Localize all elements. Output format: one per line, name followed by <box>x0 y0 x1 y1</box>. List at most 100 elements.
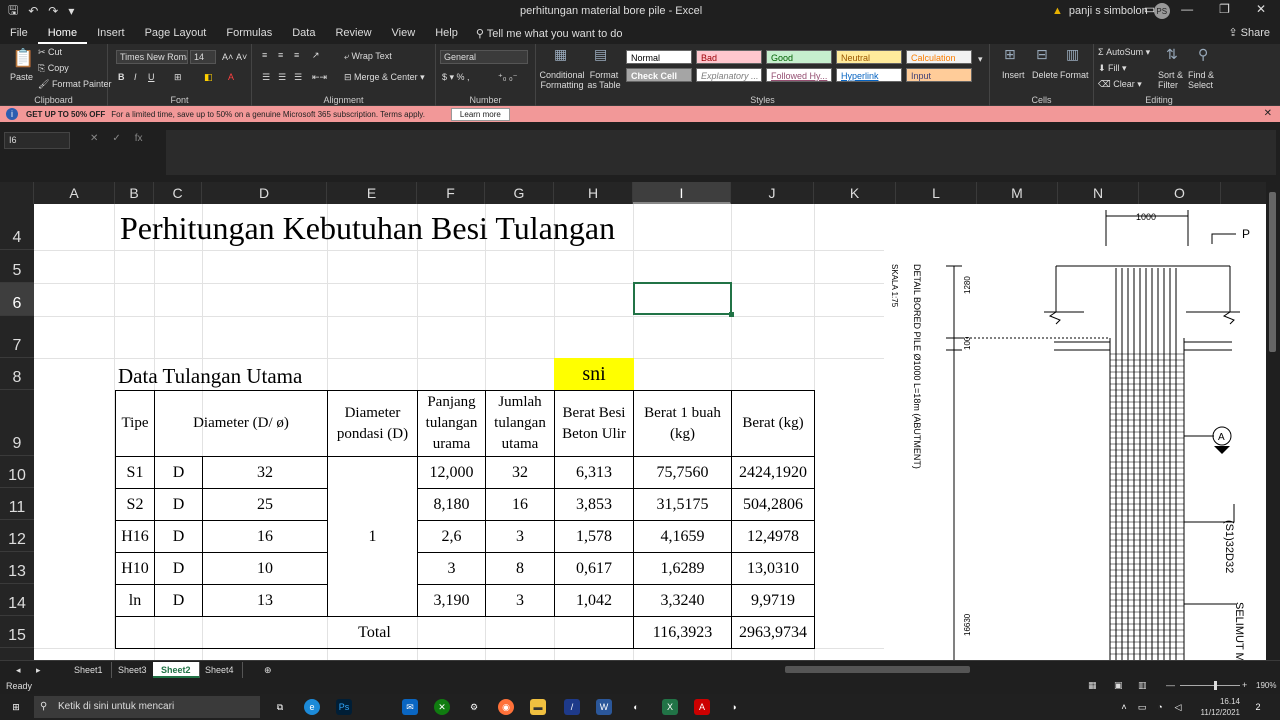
vertical-scroll-thumb[interactable] <box>1269 192 1276 352</box>
cell-d[interactable]: D <box>154 456 203 489</box>
column-header[interactable]: C <box>154 182 202 204</box>
scroll-left-icon[interactable]: ◂ <box>8 662 29 678</box>
clear-button[interactable]: ⌫ Clear ▾ <box>1098 79 1142 90</box>
xbox-icon[interactable]: ✕ <box>434 699 450 715</box>
cell-berat-besi[interactable]: 3,853 <box>554 488 634 521</box>
column-header[interactable]: M <box>977 182 1058 204</box>
format-as-table-button[interactable]: Format as Table <box>584 70 624 90</box>
tray-chevron-icon[interactable]: ˄ <box>1116 699 1132 715</box>
restore-icon[interactable]: ❐ <box>1219 2 1230 16</box>
italic-button[interactable]: I <box>134 72 137 82</box>
style-input[interactable]: Input <box>906 68 972 82</box>
horizontal-scrollbar[interactable] <box>785 666 970 673</box>
column-header[interactable]: N <box>1058 182 1139 204</box>
style-neutral[interactable]: Neutral <box>836 50 902 64</box>
cell-berat1[interactable]: 3,3240 <box>633 584 732 617</box>
delete-cells-icon[interactable]: ⊟ <box>1036 46 1048 63</box>
page-layout-view-icon[interactable]: ▣ <box>1114 680 1123 691</box>
column-header[interactable]: D <box>202 182 327 204</box>
wifi-icon[interactable]: ◔ <box>1152 699 1168 715</box>
bored-pile-drawing[interactable]: 1000 P A DETAIL BORED PILE Ø1000 L=18m (… <box>884 204 1266 660</box>
grow-font-icon[interactable]: A˄ <box>222 52 233 62</box>
align-left-icon[interactable]: ☰ <box>262 72 270 83</box>
row-header[interactable]: 14 <box>0 584 34 616</box>
font-color-icon[interactable]: A <box>228 72 234 82</box>
photoshop-icon[interactable]: Ps <box>336 699 352 715</box>
row-header[interactable]: 9 <box>0 390 34 456</box>
cell-tipe[interactable]: S2 <box>115 488 155 521</box>
column-header[interactable]: A <box>34 182 115 204</box>
row-header-selected[interactable]: 6 <box>0 283 34 316</box>
decimal-icon[interactable]: ⁺₀ ₀⁻ <box>498 72 517 83</box>
cell-berat[interactable]: 12,4978 <box>731 520 815 553</box>
minimize-icon[interactable]: — <box>1181 2 1193 16</box>
conditional-formatting-icon[interactable]: ▦ <box>554 46 567 63</box>
cell-berat[interactable]: 2424,1920 <box>731 456 815 489</box>
insert-cells-icon[interactable]: ⊞ <box>1004 46 1016 63</box>
cell-panjang[interactable]: 12,000 <box>417 456 486 489</box>
row-header[interactable]: 5 <box>0 250 34 283</box>
style-bad[interactable]: Bad <box>696 50 762 64</box>
cell-berat1[interactable]: 1,6289 <box>633 552 732 585</box>
align-bottom-icon[interactable]: ≡ <box>294 50 299 60</box>
fill-button[interactable]: ⬇ Fill ▾ <box>1098 63 1127 74</box>
normal-view-icon[interactable]: ▦ <box>1088 680 1097 691</box>
cell-d[interactable]: D <box>154 552 203 585</box>
cell-berat-besi[interactable]: 1,042 <box>554 584 634 617</box>
indent-icon[interactable]: ⇤⇥ <box>312 72 327 83</box>
cell-dia[interactable]: 25 <box>202 488 328 521</box>
style-followed-hyperlink[interactable]: Followed Hy... <box>766 68 832 82</box>
cell-berat-besi[interactable]: 0,617 <box>554 552 634 585</box>
style-explanatory[interactable]: Explanatory ... <box>696 68 762 82</box>
style-normal[interactable]: Normal <box>626 50 692 64</box>
cell-d[interactable]: D <box>154 488 203 521</box>
styles-more-icon[interactable]: ▾ <box>978 54 983 65</box>
total-berat[interactable]: 2963,9734 <box>731 616 815 649</box>
vectorworks-icon[interactable]: / <box>564 699 580 715</box>
close-icon[interactable]: ✕ <box>1256 2 1266 16</box>
header-berat[interactable]: Berat (kg) <box>731 390 815 457</box>
cancel-icon[interactable]: ✕ <box>90 133 98 144</box>
close-icon[interactable]: ✕ <box>1264 108 1272 119</box>
header-tipe[interactable]: Tipe <box>115 390 155 457</box>
mail-icon[interactable]: ✉ <box>402 699 418 715</box>
redo-icon[interactable]: ↷ <box>48 4 58 18</box>
font-size-select[interactable]: 14 <box>190 50 216 64</box>
volume-icon[interactable]: ◁ <box>1170 699 1186 715</box>
cell-jumlah[interactable]: 16 <box>485 488 555 521</box>
word-icon[interactable]: W <box>596 699 612 715</box>
cell-panjang[interactable]: 2,6 <box>417 520 486 553</box>
style-calculation[interactable]: Calculation <box>906 50 972 64</box>
find-select-button[interactable]: Find & Select <box>1188 70 1222 90</box>
scroll-right-icon[interactable]: ▸ <box>28 662 49 678</box>
cell-berat-besi[interactable]: 6,313 <box>554 456 634 489</box>
tab-view[interactable]: View <box>382 22 426 44</box>
cell-berat1[interactable]: 31,5175 <box>633 488 732 521</box>
row-header[interactable]: 7 <box>0 316 34 358</box>
total-berat1[interactable]: 116,3923 <box>633 616 732 649</box>
borders-icon[interactable]: ⊞ <box>174 72 182 83</box>
row-header[interactable]: 11 <box>0 488 34 520</box>
column-header[interactable]: O <box>1139 182 1221 204</box>
cell-berat1[interactable]: 4,1659 <box>633 520 732 553</box>
zoom-level[interactable]: 190% <box>1256 681 1276 690</box>
format-painter-button[interactable]: 🖌 Format Painter <box>38 79 111 90</box>
fill-color-icon[interactable]: ◧ <box>204 72 213 83</box>
cell-jumlah[interactable]: 32 <box>485 456 555 489</box>
network-icon[interactable]: ▭ <box>1134 699 1150 715</box>
cell-berat[interactable]: 504,2806 <box>731 488 815 521</box>
sheet-tab-sheet3[interactable]: Sheet3 <box>110 662 156 678</box>
vertical-scrollbar[interactable] <box>1266 182 1280 660</box>
row-header[interactable]: 12 <box>0 520 34 552</box>
number-format-select[interactable]: General <box>440 50 528 64</box>
header-berat-besi[interactable]: Berat Besi Beton Ulir <box>554 390 634 457</box>
find-select-icon[interactable]: ⚲ <box>1198 46 1208 63</box>
tab-page-layout[interactable]: Page Layout <box>135 22 217 44</box>
column-header[interactable]: L <box>896 182 977 204</box>
cell-panjang[interactable]: 3,190 <box>417 584 486 617</box>
app-icon[interactable]: ◐ <box>628 699 644 715</box>
taskbar-clock[interactable]: 16.14 11/12/2021 <box>1201 696 1240 718</box>
wrap-text-button[interactable]: ⤶ Wrap Text <box>344 51 392 62</box>
row-header[interactable]: 10 <box>0 456 34 488</box>
paste-button[interactable]: Paste <box>10 72 33 82</box>
